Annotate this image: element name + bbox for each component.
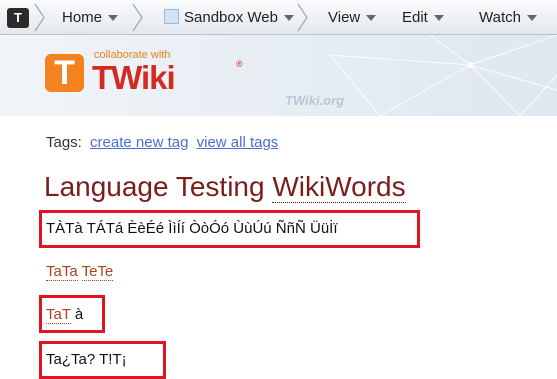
page-title-prefix: Language Testing — [44, 171, 265, 202]
a-grave-text: à — [74, 306, 84, 323]
chevron-down-icon — [366, 15, 377, 22]
wikiwords-line: TaTa TeTe — [46, 263, 114, 281]
twiki-t-logo-icon[interactable]: T — [45, 54, 84, 92]
chevron-down-icon — [283, 15, 294, 22]
watch-menu-label: Watch — [479, 9, 521, 26]
web-folder-icon — [164, 9, 179, 24]
edit-menu[interactable]: Edit — [402, 0, 444, 34]
edit-menu-label: Edit — [402, 9, 428, 26]
registered-mark: ® — [236, 59, 243, 69]
create-new-tag-link[interactable]: create new tag — [90, 134, 188, 151]
twiki-org-label: TWiki.org — [285, 93, 345, 108]
tata-wikiword-link[interactable]: TaTa — [46, 263, 78, 281]
chevron-down-icon — [526, 15, 537, 22]
accented-characters-line: TÀTà TÁTá ÈèÉé ÌìÍí ÒòÓó ÙùÚú ÑñÑ Üüİï — [46, 220, 338, 237]
browser-toolbar: T Home Sandbox Web View Edit Watch — [0, 0, 557, 35]
tat-line: TaT à — [46, 306, 84, 324]
page-title-wikiword[interactable]: WikiWords — [272, 171, 406, 203]
punctuation-line: Ta¿Ta? T!T¡ — [46, 351, 127, 368]
view-menu-label: View — [328, 9, 361, 26]
site-banner: T collaborate with TWiki ® TWiki.org — [0, 35, 557, 116]
sandbox-web-menu[interactable]: Sandbox Web — [164, 0, 294, 34]
tete-wikiword-link[interactable]: TeTe — [81, 263, 114, 281]
home-menu[interactable]: Home — [62, 0, 119, 34]
view-menu[interactable]: View — [328, 0, 377, 34]
tat-wikiword-link[interactable]: TaT — [46, 306, 71, 324]
page-title: Language Testing WikiWords — [44, 171, 406, 203]
view-all-tags-link[interactable]: view all tags — [197, 134, 279, 151]
chevron-down-icon — [108, 15, 119, 22]
home-menu-label: Home — [62, 9, 103, 26]
chevron-down-icon — [433, 15, 444, 22]
breadcrumb-separator-icon — [297, 3, 308, 32]
sandbox-web-label: Sandbox Web — [184, 9, 278, 26]
tags-bar: Tags: create new tag view all tags — [46, 134, 278, 151]
app-logo-icon[interactable]: T — [7, 8, 29, 28]
tags-label: Tags: — [46, 134, 82, 151]
watch-menu[interactable]: Watch — [479, 0, 537, 34]
twiki-logo-text[interactable]: TWiki — [92, 59, 176, 97]
breadcrumb-separator-icon — [34, 3, 45, 32]
breadcrumb-separator-icon — [132, 3, 143, 32]
